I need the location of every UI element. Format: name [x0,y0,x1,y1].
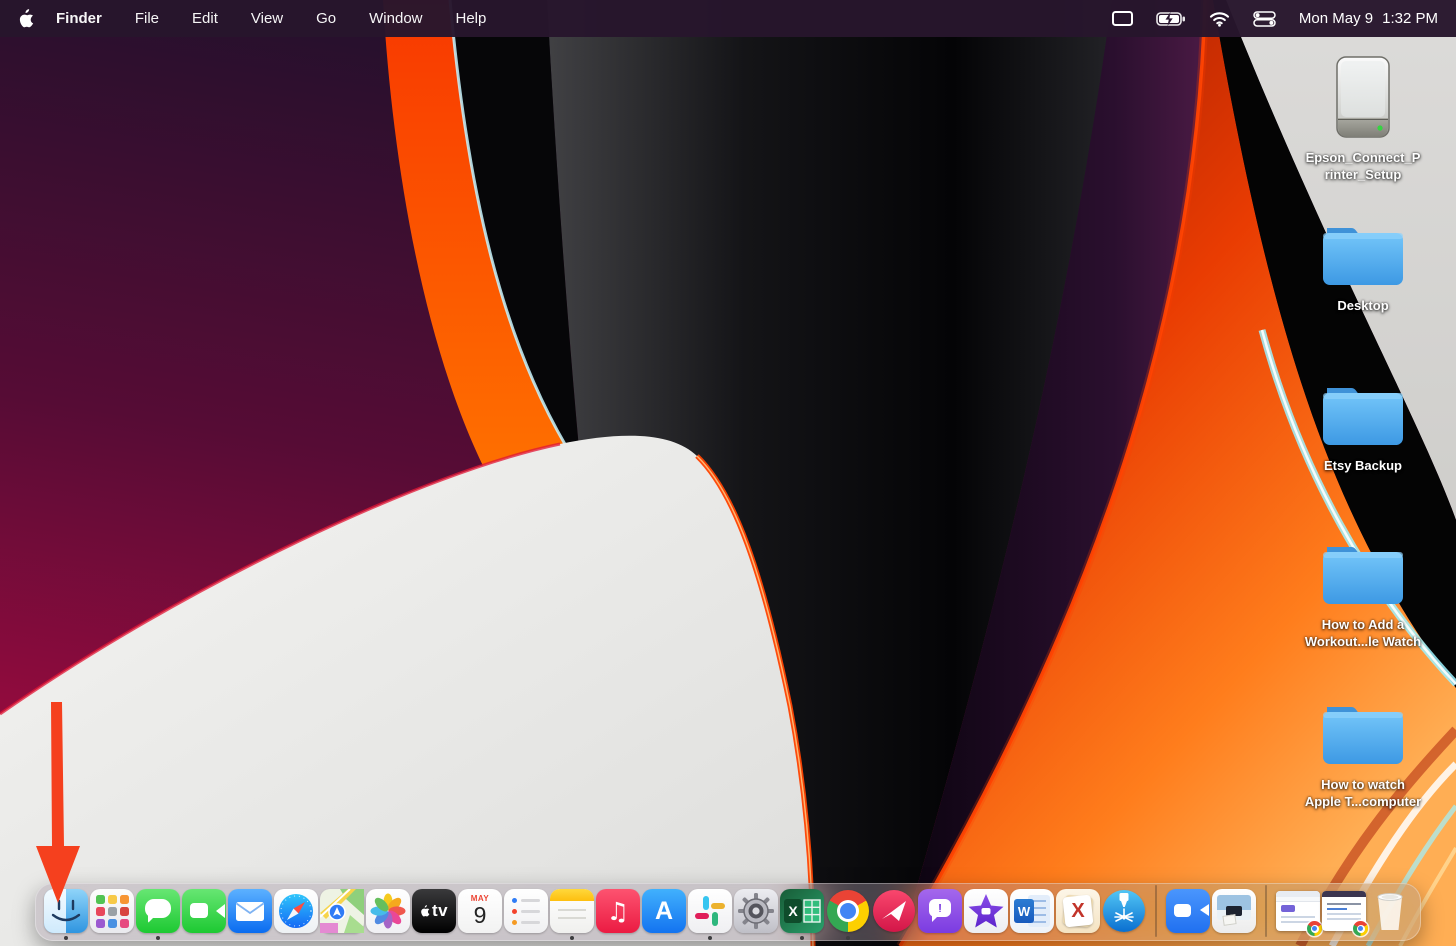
music-icon [596,889,640,933]
reminders-icon [504,889,548,933]
dock-item-maps[interactable] [320,889,364,933]
desktop-icon-desktop-folder[interactable]: Desktop [1283,224,1443,314]
dock-item-feedback-assistant[interactable]: ! [918,889,962,933]
messages-icon [136,889,180,933]
excel-x-glyph: X [784,899,802,923]
desktop-icon-label: How to Add a Workout...le Watch [1304,617,1422,649]
dock-divider [1155,885,1157,937]
facetime-icon [182,889,226,933]
clock-time: 1:32 PM [1382,10,1438,27]
clock-date: Mon May 9 [1298,10,1374,27]
dock-item-apple-tv[interactable]: tv [412,889,456,933]
dock-item-slack[interactable] [688,889,732,933]
zoom-camera-icon [1166,889,1210,933]
menu-view[interactable]: View [251,10,283,27]
dock-item-safari[interactable] [274,889,318,933]
menu-items: Finder File Edit View Go Window Help [56,10,486,27]
desktop-icon-etsy-backup-folder[interactable]: Etsy Backup [1283,384,1443,474]
dock-item-chrome[interactable] [826,889,870,933]
excel-icon: X [780,889,824,933]
dock-item-photos[interactable] [366,889,410,933]
menu-status-area: Mon May 9 1:32 PM [1111,10,1438,27]
desktop-icon-label: Epson_Connect_P rinter_Setup [1305,150,1421,182]
desktop-icon-workout-folder[interactable]: How to Add a Workout...le Watch [1283,543,1443,650]
apple-tv-icon: tv [412,889,456,933]
x-cards-icon: X [1056,889,1100,933]
menu-file[interactable]: File [135,10,159,27]
dock-item-excel[interactable]: X [780,889,824,933]
dock-item-music[interactable] [596,889,640,933]
dock-item-app-store[interactable]: A [642,889,686,933]
folder-icon [1283,543,1443,607]
dock: tv MAY 9 A [35,883,1421,941]
dock-item-finder[interactable] [44,889,88,933]
desktop-icon-apple-tv-folder[interactable]: How to watch Apple T...computer [1283,703,1443,810]
calendar-icon: MAY 9 [458,889,502,933]
dock-item-system-preferences[interactable] [734,889,778,933]
word-icon: W [1010,889,1054,933]
apple-menu-icon[interactable] [18,9,34,28]
dock-item-lightburn[interactable] [1102,889,1146,933]
dock-item-reminders[interactable] [504,889,548,933]
desktop-icon-label: Desktop [1337,298,1389,313]
dock-item-notes[interactable] [550,889,594,933]
dock-item-minimized-chrome-window-2[interactable] [1322,889,1368,936]
wallpaper [0,0,1456,946]
dock-item-image-capture[interactable] [1212,889,1256,933]
folder-icon [1283,703,1443,767]
dock-item-xtool[interactable]: X [1056,889,1100,933]
camera-photo-app-icon [1212,889,1256,933]
notes-icon [550,889,594,933]
folder-icon [1283,224,1443,288]
menu-go[interactable]: Go [316,10,336,27]
menu-clock[interactable]: Mon May 9 1:32 PM [1299,10,1438,27]
dock-item-zoom[interactable] [1166,889,1210,933]
dock-item-trash[interactable] [1368,889,1412,933]
macos-desktop: Finder File Edit View Go Window Help Mon… [0,0,1456,946]
dock-divider [1265,885,1267,937]
dock-item-calendar[interactable]: MAY 9 [458,889,502,933]
desktop-icon-label: Etsy Backup [1323,458,1403,473]
dock-item-messages[interactable] [136,889,180,933]
dock-item-launchpad[interactable] [90,889,134,933]
menu-bar: Finder File Edit View Go Window Help Mon… [0,0,1456,37]
external-drive-icon [1283,54,1443,140]
dock-item-mail[interactable] [228,889,272,933]
folder-icon [1283,384,1443,448]
desktop-icon-label: How to watch Apple T...computer [1304,777,1422,809]
dock-item-minimized-chrome-window-1[interactable] [1276,889,1322,936]
menu-window[interactable]: Window [369,10,422,27]
speech-bubble-exclamation-icon: ! [918,889,962,933]
chrome-badge-icon [1307,921,1322,936]
dock-item-word[interactable]: W [1010,889,1054,933]
control-center-icon[interactable] [1253,10,1276,27]
app-store-icon: A [642,889,686,933]
menu-edit[interactable]: Edit [192,10,218,27]
dock-item-skitch[interactable] [872,889,916,933]
dock-item-imovie[interactable] [964,889,1008,933]
desktop-icon-epson-drive[interactable]: Epson_Connect_P rinter_Setup [1283,54,1443,183]
battery-charging-icon[interactable] [1156,11,1186,26]
chrome-badge-icon [1353,921,1368,936]
wifi-icon[interactable] [1209,11,1230,27]
launchpad-icon [90,889,134,933]
word-w-glyph: W [1014,899,1034,923]
dock-item-facetime[interactable] [182,889,226,933]
trash-icon [1377,893,1403,930]
menu-help[interactable]: Help [456,10,487,27]
menu-finder[interactable]: Finder [56,10,102,27]
chrome-icon [827,890,869,932]
display-mirroring-icon[interactable] [1111,10,1133,27]
